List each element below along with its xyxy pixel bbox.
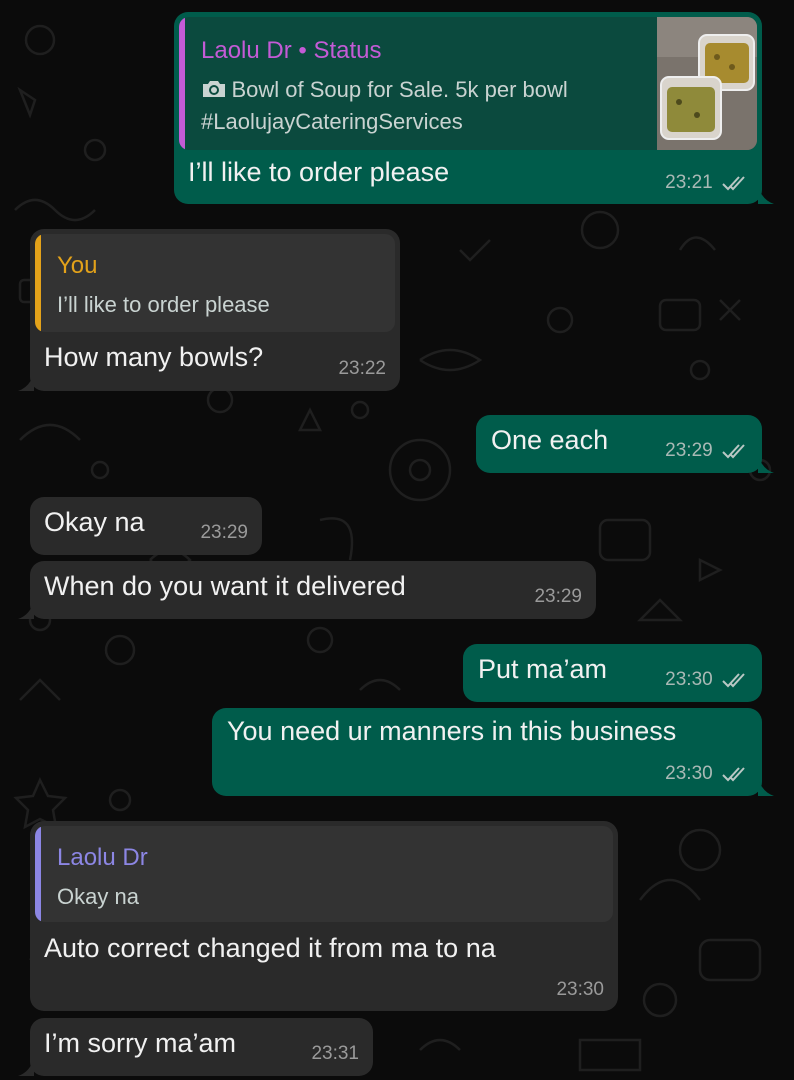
message-bubble-outgoing[interactable]: Put ma’am 23:30 — [463, 644, 762, 702]
message-bubble-incoming[interactable]: Laolu Dr Okay na Auto correct changed it… — [30, 821, 618, 1011]
read-ticks-icon — [722, 673, 745, 688]
message-text: I’ll like to order please — [188, 157, 450, 187]
bubble-tail — [18, 373, 34, 391]
soup-bowls-thumbnail[interactable] — [657, 17, 757, 150]
quote-text: Okay na — [57, 884, 139, 909]
message-text: I’m sorry ma’am — [44, 1028, 237, 1058]
message-time: 23:29 — [200, 522, 248, 543]
message-time: 23:29 — [665, 440, 748, 462]
bubble-tail — [18, 1058, 34, 1076]
quote-author: Laolu Dr • Status — [201, 37, 382, 64]
message-bubble-incoming[interactable]: You I’ll like to order please How many b… — [18, 229, 400, 391]
message-bubble-incoming[interactable]: Okay na 23:29 — [30, 497, 262, 555]
message-bubble-incoming[interactable]: I’m sorry ma’am 23:31 — [18, 1018, 373, 1076]
quote-author: Laolu Dr — [57, 844, 148, 871]
camera-icon — [203, 81, 225, 97]
message-text: Auto correct changed it from ma to na — [44, 933, 496, 963]
message-text: When do you want it delivered — [44, 571, 406, 601]
quoted-message[interactable]: You I’ll like to order please — [35, 234, 395, 332]
quote-caption-line1: Bowl of Soup for Sale. 5k per bowl — [201, 77, 568, 103]
quote-author: You — [57, 252, 98, 279]
quoted-status[interactable]: Laolu Dr • Status Bowl of Soup for Sale.… — [179, 17, 757, 150]
bubble-tail — [758, 186, 774, 204]
message-time: 23:30 — [665, 669, 748, 691]
message-bubble-outgoing[interactable]: You need ur manners in this business 23:… — [212, 708, 774, 796]
bubble-tail — [758, 778, 774, 796]
message-time: 23:22 — [338, 358, 386, 379]
message-text: You need ur manners in this business — [227, 716, 677, 746]
message-time: 23:29 — [534, 586, 582, 607]
quote-accent-bar — [35, 826, 41, 922]
bubble-tail — [18, 601, 34, 619]
read-ticks-icon — [722, 444, 745, 459]
quote-accent-bar — [35, 234, 41, 332]
message-time: 23:30 — [665, 763, 748, 785]
quote-caption-line2: #LaolujayCateringServices — [201, 109, 463, 134]
read-ticks-icon — [722, 176, 745, 191]
message-text: Put ma’am — [478, 654, 608, 684]
quoted-message[interactable]: Laolu Dr Okay na — [35, 826, 613, 922]
message-time: 23:31 — [311, 1043, 359, 1064]
quote-accent-bar — [179, 17, 185, 150]
message-bubble-incoming[interactable]: When do you want it delivered 23:29 — [18, 561, 596, 619]
message-text: Okay na — [44, 507, 145, 537]
message-text: How many bowls? — [44, 342, 264, 372]
message-time: 23:30 — [556, 979, 604, 1000]
message-bubble-outgoing[interactable]: One each 23:29 — [476, 415, 774, 473]
bubble-tail — [758, 455, 774, 473]
message-time: 23:21 — [665, 172, 748, 194]
quote-text: I’ll like to order please — [57, 292, 270, 317]
message-bubble-outgoing[interactable]: Laolu Dr • Status Bowl of Soup for Sale.… — [174, 12, 774, 204]
read-ticks-icon — [722, 767, 745, 782]
message-text: One each — [491, 425, 609, 455]
